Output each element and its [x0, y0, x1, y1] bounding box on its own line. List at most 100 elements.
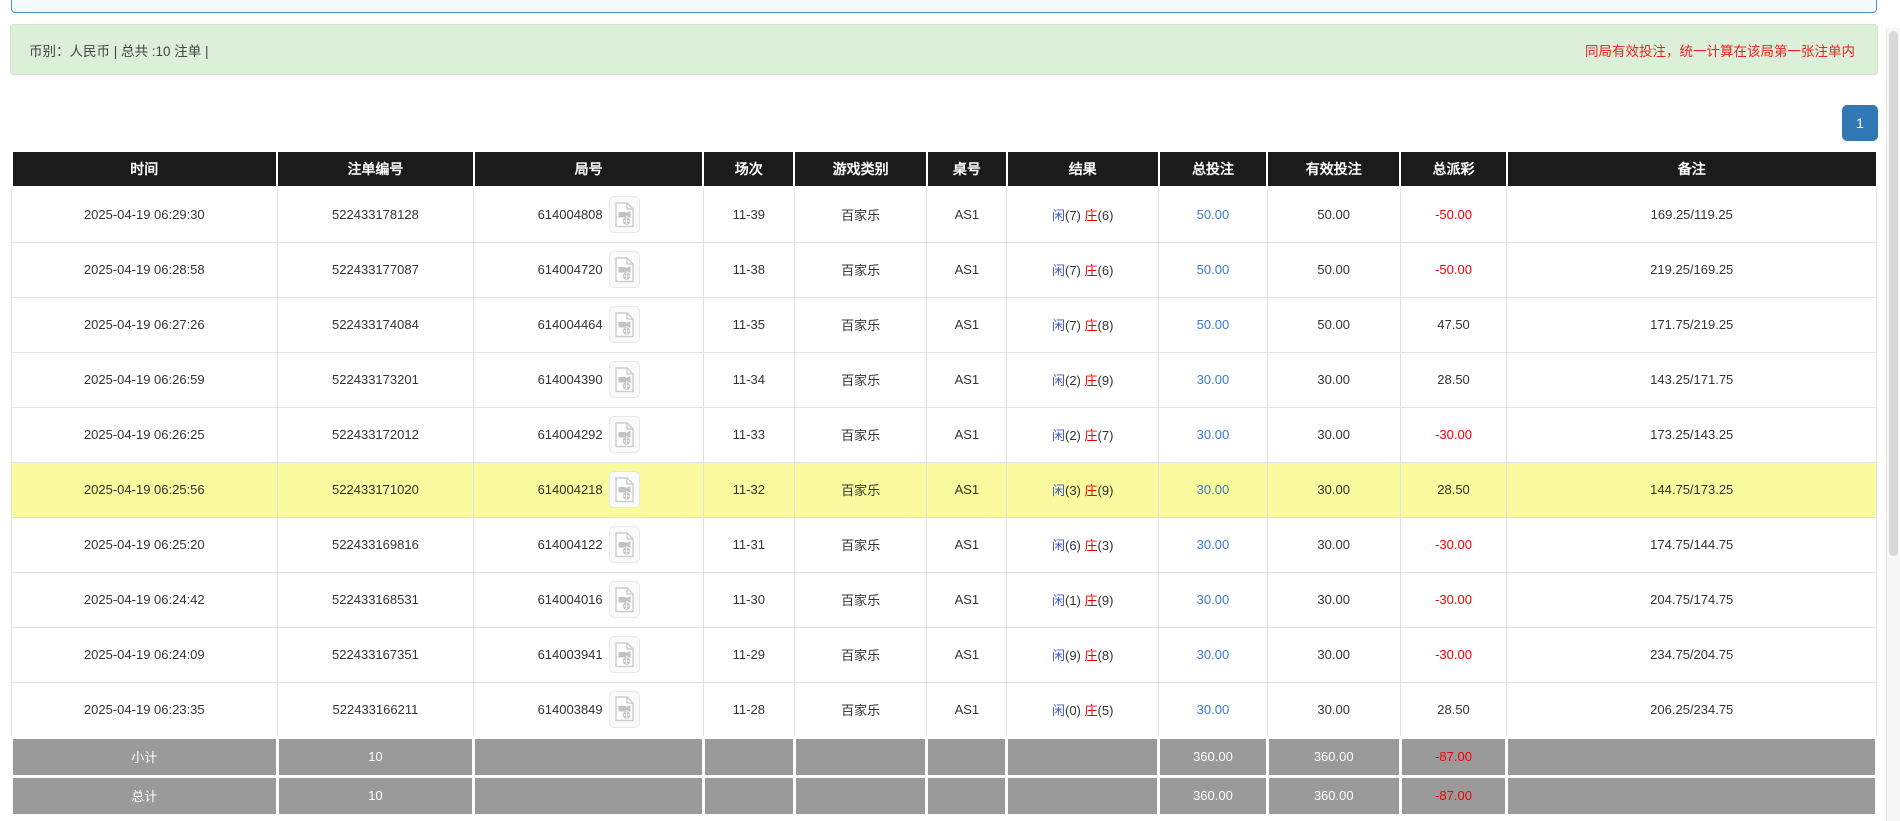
cell-payout: -50.00 [1400, 242, 1507, 297]
cell-bet-id: 522433178128 [277, 187, 474, 242]
video-replay-button[interactable] [609, 526, 640, 563]
cell-round: 614004016 [474, 572, 704, 627]
cell-valid-bet: 30.00 [1267, 627, 1400, 682]
player-label: 闲 [1052, 373, 1065, 388]
cell-bet-id: 522433169816 [277, 517, 474, 572]
cell-table-no: AS1 [927, 407, 1007, 462]
total-bet-link[interactable]: 50.00 [1197, 207, 1230, 222]
cell-result: 闲(9) 庄(8) [1007, 627, 1159, 682]
banker-score: (9) [1098, 593, 1114, 608]
total-row: 总计 10 360.00 360.00 -87.00 [12, 776, 1877, 815]
cell-game-type: 百家乐 [794, 407, 927, 462]
player-label: 闲 [1052, 428, 1065, 443]
round-number: 614003849 [538, 702, 603, 717]
cell-payout: -50.00 [1400, 187, 1507, 242]
cell-total-bet: 30.00 [1159, 407, 1268, 462]
banker-score: (9) [1098, 373, 1114, 388]
cell-remark: 143.25/171.75 [1507, 352, 1877, 407]
pagination: 1 [10, 105, 1878, 141]
cell-total-bet: 30.00 [1159, 572, 1268, 627]
total-bet-link[interactable]: 30.00 [1197, 647, 1230, 662]
video-file-icon [614, 202, 635, 228]
video-file-icon [614, 587, 635, 613]
video-replay-button[interactable] [609, 581, 640, 618]
cell-payout: 28.50 [1400, 352, 1507, 407]
total-bet-link[interactable]: 30.00 [1197, 372, 1230, 387]
subtotal-label: 小计 [12, 737, 278, 776]
cell-remark: 206.25/234.75 [1507, 682, 1877, 737]
banker-score: (9) [1098, 483, 1114, 498]
pagination-page-1[interactable]: 1 [1842, 105, 1878, 141]
cell-session: 11-34 [703, 352, 794, 407]
video-replay-button[interactable] [609, 196, 640, 233]
round-number: 614004390 [538, 372, 603, 387]
cell-round: 614003849 [474, 682, 704, 737]
cell-game-type: 百家乐 [794, 572, 927, 627]
total-bet-link[interactable]: 30.00 [1197, 537, 1230, 552]
round-number: 614003941 [538, 647, 603, 662]
bet-records-table: 时间 注单编号 局号 场次 游戏类别 桌号 结果 总投注 有效投注 总派彩 备注… [10, 150, 1878, 817]
cell-valid-bet: 50.00 [1267, 187, 1400, 242]
table-row: 2025-04-19 06:23:35 522433166211 6140038… [12, 682, 1877, 737]
round-number: 614004218 [538, 482, 603, 497]
player-label: 闲 [1052, 263, 1065, 278]
total-payout: -87.00 [1400, 776, 1507, 815]
cell-result: 闲(6) 庄(3) [1007, 517, 1159, 572]
cell-total-bet: 50.00 [1159, 187, 1268, 242]
player-score: (2) [1065, 428, 1081, 443]
cell-table-no: AS1 [927, 297, 1007, 352]
total-bet-link[interactable]: 30.00 [1197, 702, 1230, 717]
cell-payout: -30.00 [1400, 517, 1507, 572]
cell-result: 闲(7) 庄(8) [1007, 297, 1159, 352]
player-score: (7) [1065, 263, 1081, 278]
video-replay-button[interactable] [609, 636, 640, 673]
banker-score: (6) [1098, 208, 1114, 223]
video-replay-button[interactable] [609, 471, 640, 508]
video-replay-button[interactable] [609, 306, 640, 343]
total-bet-link[interactable]: 30.00 [1197, 427, 1230, 442]
cell-valid-bet: 50.00 [1267, 242, 1400, 297]
cell-session: 11-31 [703, 517, 794, 572]
summary-text: 币别：人民币 | 总共 :10 注单 | [29, 40, 209, 60]
top-panel-edge [11, 0, 1877, 13]
total-bet-link[interactable]: 30.00 [1197, 592, 1230, 607]
video-replay-button[interactable] [609, 251, 640, 288]
cell-round: 614003941 [474, 627, 704, 682]
cell-bet-id: 522433166211 [277, 682, 474, 737]
column-header-game-type: 游戏类别 [794, 151, 927, 187]
cell-remark: 169.25/119.25 [1507, 187, 1877, 242]
video-file-icon [614, 696, 635, 722]
cell-bet-id: 522433174084 [277, 297, 474, 352]
total-bet-link[interactable]: 30.00 [1197, 482, 1230, 497]
cell-remark: 174.75/144.75 [1507, 517, 1877, 572]
cell-table-no: AS1 [927, 682, 1007, 737]
cell-total-bet: 30.00 [1159, 517, 1268, 572]
total-bet-link[interactable]: 50.00 [1197, 262, 1230, 277]
banker-score: (5) [1098, 703, 1114, 718]
video-file-icon [614, 642, 635, 668]
header-row: 时间 注单编号 局号 场次 游戏类别 桌号 结果 总投注 有效投注 总派彩 备注 [12, 151, 1877, 187]
banker-label: 庄 [1085, 373, 1098, 388]
cell-time: 2025-04-19 06:25:20 [12, 517, 278, 572]
column-header-session: 场次 [703, 151, 794, 187]
table-row: 2025-04-19 06:26:25 522433172012 6140042… [12, 407, 1877, 462]
player-score: (9) [1065, 648, 1081, 663]
player-score: (1) [1065, 593, 1081, 608]
total-bet-link[interactable]: 50.00 [1197, 317, 1230, 332]
scrollbar-thumb[interactable] [1889, 31, 1898, 556]
cell-payout: -30.00 [1400, 572, 1507, 627]
player-score: (0) [1065, 703, 1081, 718]
cell-result: 闲(2) 庄(7) [1007, 407, 1159, 462]
cell-time: 2025-04-19 06:24:42 [12, 572, 278, 627]
cell-table-no: AS1 [927, 627, 1007, 682]
video-replay-button[interactable] [609, 691, 640, 728]
cell-session: 11-38 [703, 242, 794, 297]
cell-result: 闲(7) 庄(6) [1007, 187, 1159, 242]
video-replay-button[interactable] [609, 416, 640, 453]
vertical-scrollbar[interactable] [1886, 28, 1900, 821]
cell-payout: 28.50 [1400, 682, 1507, 737]
cell-game-type: 百家乐 [794, 187, 927, 242]
cell-round: 614004720 [474, 242, 704, 297]
video-replay-button[interactable] [609, 361, 640, 398]
round-number: 614004016 [538, 592, 603, 607]
